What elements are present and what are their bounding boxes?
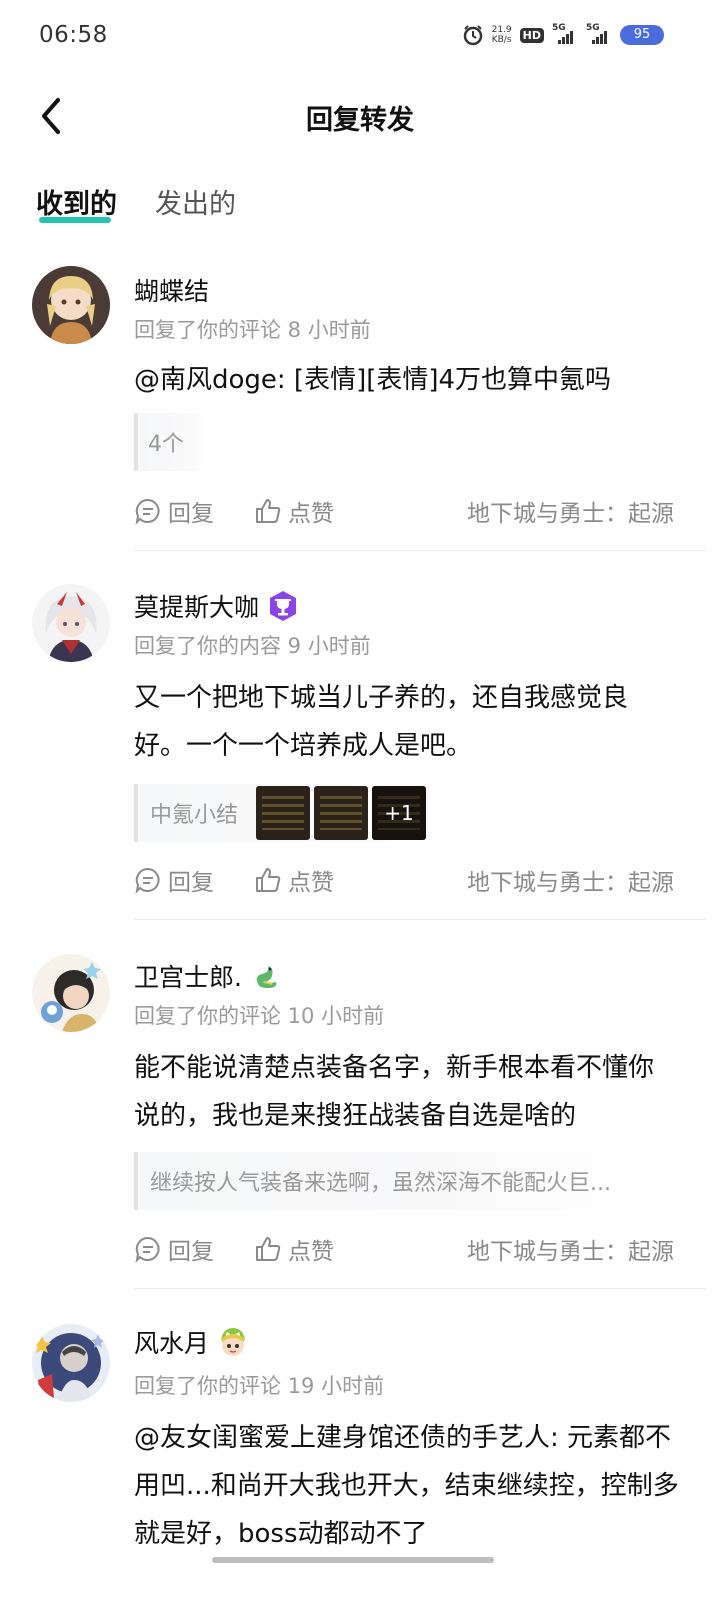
image-thumbnail[interactable] [256, 786, 311, 840]
net-speed: 21.9 KB/s [492, 25, 512, 45]
comment-meta: 回复了你的评论 8 小时前 [134, 318, 371, 342]
comment-actions: 回复 点赞 地下城与勇士：起源 [134, 1232, 674, 1266]
signal-icon: 5G [586, 23, 612, 44]
comment-text[interactable]: 又一个把地下城当儿子养的，还自我感觉良好。一个一个培养成人是吧。 [134, 674, 679, 770]
thumbs-up-icon [256, 499, 281, 523]
comment-meta: 回复了你的评论 19 小时前 [134, 1374, 385, 1398]
like-button[interactable]: 点赞 [254, 863, 334, 897]
quoted-text: 4个 [148, 432, 184, 457]
tab-bar: 收到的 发出的 [36, 182, 236, 223]
status-bar: 06:58 21.9 KB/s HD 5G 5G 95 [0, 0, 720, 72]
avatar[interactable] [32, 584, 110, 662]
reply-label: 回复 [168, 870, 214, 896]
comment-actions: 回复 点赞 地下城与勇士：起源 [134, 863, 674, 897]
source-game[interactable]: 地下城与勇士：起源 [467, 863, 674, 897]
image-thumbnail[interactable]: +1 [372, 786, 427, 840]
comment-text[interactable]: @南风doge: [表情][表情]4万也算中氪吗 [134, 356, 679, 404]
avatar[interactable] [32, 1324, 110, 1402]
comment-text[interactable]: 能不能说清楚点装备名字，新手根本看不懂你说的，我也是来搜狂战装备自选是啥的 [134, 1044, 679, 1140]
tab-received-label: 收到的 [36, 189, 117, 220]
battery-icon: 95 [620, 25, 664, 45]
like-button[interactable]: 点赞 [254, 494, 334, 528]
header: 回复转发 [0, 80, 720, 152]
source-game[interactable]: 地下城与勇士：起源 [467, 494, 674, 528]
quoted-text: 中氪小结 [150, 803, 239, 828]
divider [134, 550, 706, 551]
comment-actions: 回复 点赞 地下城与勇士：起源 [134, 494, 674, 528]
thumbs-up-icon [256, 1237, 281, 1261]
tab-received[interactable]: 收到的 [36, 182, 117, 223]
reply-button[interactable]: 回复 [134, 1232, 214, 1266]
reply-button[interactable]: 回复 [134, 494, 214, 528]
comment-icon [135, 498, 160, 525]
like-label: 点赞 [288, 501, 334, 527]
comment-meta: 回复了你的内容 9 小时前 [134, 634, 371, 658]
status-icons: 21.9 KB/s HD 5G 5G 95 [462, 23, 664, 46]
username-text: 蝴蝶结 [134, 277, 210, 306]
tab-sent[interactable]: 发出的 [155, 182, 236, 221]
snake-badge-icon [256, 966, 277, 988]
sim1-label: 5G [552, 23, 566, 33]
like-button[interactable]: 点赞 [254, 1232, 334, 1266]
username-text: 卫宫士郎. [134, 963, 242, 992]
image-thumbnail[interactable] [314, 786, 369, 840]
comment-icon [135, 867, 160, 894]
divider [134, 1288, 706, 1289]
like-label: 点赞 [288, 1239, 334, 1265]
hd-icon: HD [519, 27, 544, 43]
net-speed-value: 21.9 [491, 25, 512, 35]
avatar[interactable] [32, 954, 110, 1032]
divider [134, 919, 706, 920]
reply-label: 回复 [168, 501, 214, 527]
alarm-icon [463, 25, 482, 46]
quoted-text: 继续按人气装备来选啊，虽然深海不能配火巨... [150, 1171, 611, 1196]
tab-active-indicator [39, 217, 111, 223]
thumbs-up-icon [256, 868, 281, 892]
home-indicator[interactable] [212, 1557, 494, 1563]
reply-label: 回复 [168, 1239, 214, 1265]
status-time: 06:58 [39, 22, 108, 48]
username[interactable]: 蝴蝶结 [134, 272, 209, 308]
more-images-count: +1 [372, 786, 427, 840]
username[interactable]: 卫宫士郎. [134, 958, 282, 994]
comment-meta: 回复了你的评论 10 小时前 [134, 1004, 385, 1028]
reply-button[interactable]: 回复 [134, 863, 214, 897]
quoted-content[interactable]: 继续按人气装备来选啊，虽然深海不能配火巨... [134, 1152, 650, 1210]
comment-text[interactable]: @友女闺蜜爱上建身馆还债的手艺人: 元素都不用凹...和尚开大我也开大，结束继续… [134, 1414, 679, 1558]
quoted-content[interactable]: 4个 [134, 413, 210, 471]
like-label: 点赞 [288, 870, 334, 896]
signal-icon: 5G [552, 23, 578, 44]
source-game[interactable]: 地下城与勇士：起源 [467, 1232, 674, 1266]
username-text: 莫提斯大咖 [134, 593, 260, 622]
comment-icon [135, 1236, 160, 1263]
tab-sent-label: 发出的 [155, 189, 236, 220]
username[interactable]: 风水月 [134, 1324, 249, 1360]
sim2-label: 5G [586, 23, 600, 33]
net-speed-unit: KB/s [491, 35, 512, 45]
avatar[interactable] [32, 266, 110, 344]
quoted-content[interactable]: 中氪小结 +1 [134, 784, 440, 842]
username-text: 风水月 [134, 1329, 210, 1358]
username[interactable]: 莫提斯大咖 [134, 588, 299, 624]
trophy-badge-icon [270, 591, 297, 621]
page-title: 回复转发 [306, 105, 414, 136]
character-badge-icon [221, 1328, 246, 1356]
